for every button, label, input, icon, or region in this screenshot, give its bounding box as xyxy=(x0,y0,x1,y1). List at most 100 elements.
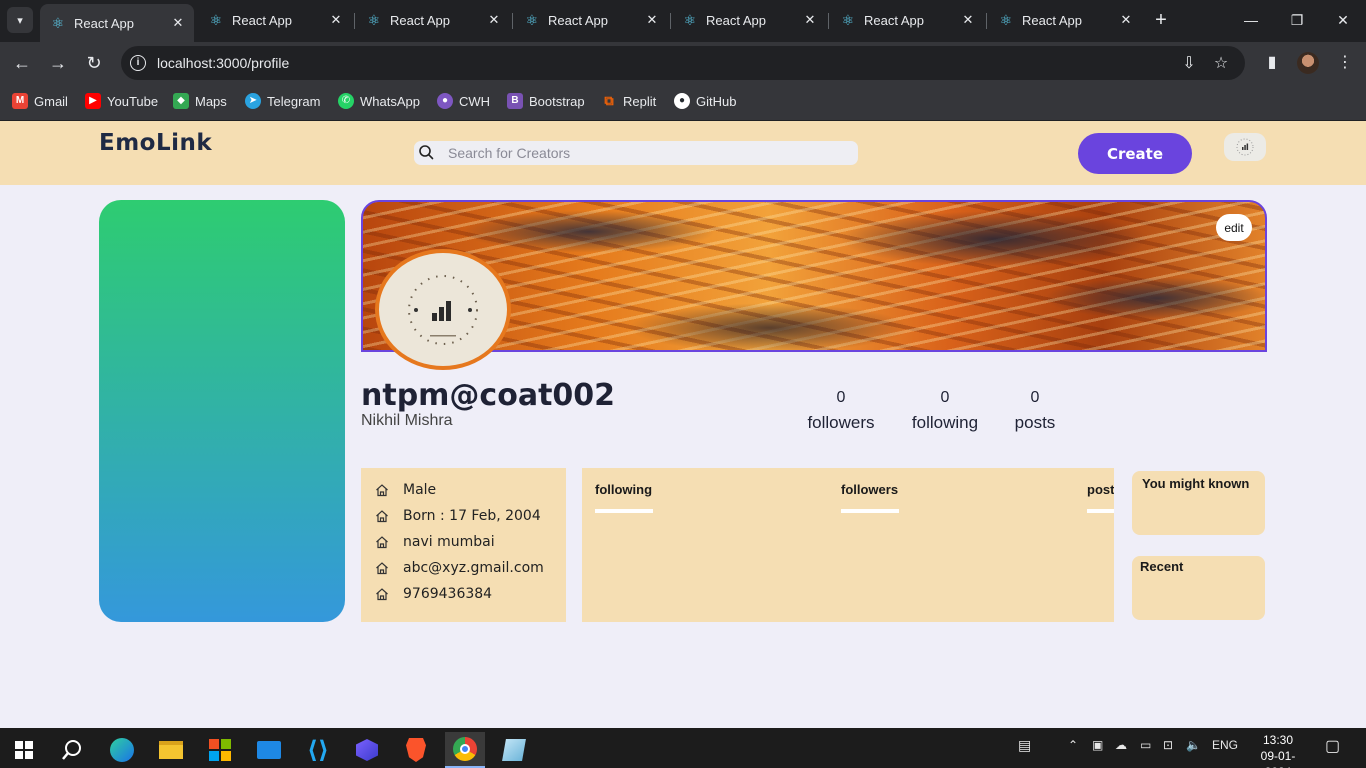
minimize-button[interactable]: — xyxy=(1228,0,1274,40)
browser-tab[interactable]: ⚛ React App ✕ xyxy=(672,4,826,36)
reload-button[interactable]: ↻ xyxy=(81,50,107,76)
close-icon[interactable]: ✕ xyxy=(644,12,660,28)
profile-username: ntpm@coat002 xyxy=(361,378,616,413)
bookmark-bootstrap[interactable]: B Bootstrap xyxy=(507,92,585,110)
browser-tab[interactable]: ⚛ React App ✕ xyxy=(40,4,194,42)
bookmark-star-icon[interactable]: ☆ xyxy=(1211,54,1231,74)
followers-stat[interactable]: 0 followers xyxy=(805,389,877,433)
profile-avatar[interactable] xyxy=(375,249,511,370)
edit-cover-button[interactable]: edit xyxy=(1216,214,1252,241)
bookmark-label: CWH xyxy=(459,93,491,109)
bookmark-label: Bootstrap xyxy=(529,93,585,109)
language-indicator[interactable]: ENG xyxy=(1212,738,1238,752)
site-info-icon[interactable]: i xyxy=(130,55,146,71)
bookmark-maps[interactable]: ◆ Maps xyxy=(173,92,227,110)
address-bar[interactable]: i localhost:3000/profile ⇩ ☆ xyxy=(121,46,1245,80)
bookmark-label: Gmail xyxy=(34,93,68,109)
tab-posts[interactable]: posts xyxy=(1087,482,1114,497)
tab-underline xyxy=(841,509,899,513)
tab-divider xyxy=(354,13,355,29)
volume-icon[interactable]: 🔈 xyxy=(1186,738,1201,752)
taskbar-brave[interactable] xyxy=(396,732,436,768)
tab-following[interactable]: following xyxy=(595,482,652,497)
bookmark-telegram[interactable]: ➤ Telegram xyxy=(245,92,320,110)
bookmark-gmail[interactable]: M Gmail xyxy=(12,92,68,110)
info-text: Born : 17 Feb, 2004 xyxy=(403,508,541,524)
menu-kebab-icon[interactable]: ⋮ xyxy=(1333,51,1357,75)
browser-toolbar: ← → ↻ i localhost:3000/profile ⇩ ☆ ▮ ⋮ xyxy=(0,42,1366,84)
taskbar-vscode[interactable]: ⟨⟩ xyxy=(298,732,338,768)
bookmark-whatsapp[interactable]: ✆ WhatsApp xyxy=(338,92,420,110)
tab-title: React App xyxy=(390,12,450,28)
system-clock[interactable]: 13:30 09-01-2024 xyxy=(1248,732,1308,768)
taskbar-edge[interactable] xyxy=(102,732,142,768)
back-button[interactable]: ← xyxy=(9,50,35,76)
battery-icon[interactable]: ▭ xyxy=(1140,738,1151,752)
url-text[interactable]: localhost:3000/profile xyxy=(157,55,289,71)
side-panel-icon[interactable]: ▮ xyxy=(1260,51,1284,75)
install-app-icon[interactable]: ⇩ xyxy=(1179,54,1199,74)
taskbar-file-explorer[interactable] xyxy=(151,732,191,768)
info-text: abc@xyz.gmail.com xyxy=(403,560,544,576)
onedrive-icon[interactable]: ☁ xyxy=(1115,738,1127,752)
search-input[interactable] xyxy=(448,141,848,165)
tab-search-button[interactable]: ▾ xyxy=(7,7,33,33)
close-icon[interactable]: ✕ xyxy=(328,12,344,28)
react-icon: ⚛ xyxy=(683,12,697,28)
tab-followers[interactable]: followers xyxy=(841,482,898,497)
window-close-button[interactable]: ✕ xyxy=(1320,0,1366,40)
taskbar-search[interactable] xyxy=(52,732,92,768)
browser-tab[interactable]: ⚛ React App ✕ xyxy=(988,4,1142,36)
gender-row: Male xyxy=(375,480,436,500)
close-icon[interactable]: ✕ xyxy=(170,15,186,31)
close-icon[interactable]: ✕ xyxy=(802,12,818,28)
user-avatar[interactable] xyxy=(1224,133,1266,161)
bookmark-youtube[interactable]: ▶ YouTube xyxy=(85,92,158,110)
stat-value: 0 xyxy=(940,389,950,406)
browser-profile-avatar[interactable] xyxy=(1297,52,1319,74)
camera-icon[interactable]: ▣ xyxy=(1092,738,1103,752)
following-stat[interactable]: 0 following xyxy=(908,389,982,433)
mail-icon xyxy=(257,741,281,759)
emolink-logo-icon xyxy=(1236,138,1254,156)
info-text: navi mumbai xyxy=(403,534,495,550)
taskbar-notepad[interactable] xyxy=(494,732,534,768)
start-button[interactable] xyxy=(4,732,44,768)
browser-tab[interactable]: ⚛ React App ✕ xyxy=(356,4,510,36)
close-icon[interactable]: ✕ xyxy=(486,12,502,28)
network-icon[interactable]: ⊡ xyxy=(1163,738,1173,752)
close-icon[interactable]: ✕ xyxy=(960,12,976,28)
close-icon[interactable]: ✕ xyxy=(1118,12,1134,28)
chevron-up-icon[interactable]: ⌃ xyxy=(1068,738,1078,752)
notifications-icon[interactable]: ▢ xyxy=(1325,736,1340,756)
react-icon: ⚛ xyxy=(367,12,381,28)
browser-tab[interactable]: ⚛ React App ✕ xyxy=(514,4,668,36)
news-widget-icon[interactable]: ▤ xyxy=(1018,737,1031,754)
site-logo[interactable]: EmoLink xyxy=(99,130,212,156)
bookmark-label: Replit xyxy=(623,93,657,109)
restore-button[interactable]: ❐ xyxy=(1274,0,1320,40)
new-tab-button[interactable]: + xyxy=(1150,9,1172,31)
bookmark-label: Maps xyxy=(195,93,227,109)
browser-tab[interactable]: ⚛ React App ✕ xyxy=(198,4,352,36)
phone-row: 9769436384 xyxy=(375,584,492,604)
store-icon xyxy=(209,739,231,761)
posts-stat[interactable]: 0 posts xyxy=(1012,389,1058,433)
create-button[interactable]: Create xyxy=(1078,133,1192,174)
recent-title: Recent xyxy=(1140,559,1184,574)
telegram-icon: ➤ xyxy=(245,93,261,109)
taskbar-mail[interactable] xyxy=(249,732,289,768)
taskbar-chrome[interactable] xyxy=(445,732,485,768)
forward-button[interactable]: → xyxy=(45,50,71,76)
might-know-card: You might known xyxy=(1132,471,1265,535)
browser-tab[interactable]: ⚛ React App ✕ xyxy=(830,4,984,36)
maps-icon: ◆ xyxy=(173,93,189,109)
tab-title: React App xyxy=(864,12,924,28)
taskbar-store[interactable] xyxy=(200,732,240,768)
bookmark-cwh[interactable]: ● CWH xyxy=(437,92,490,110)
bookmark-github[interactable]: ● GitHub xyxy=(674,92,736,110)
taskbar-clipchamp[interactable] xyxy=(347,732,387,768)
creator-search[interactable] xyxy=(414,141,858,165)
bookmark-replit[interactable]: ⧉ Replit xyxy=(601,92,656,110)
whatsapp-icon: ✆ xyxy=(338,93,354,109)
